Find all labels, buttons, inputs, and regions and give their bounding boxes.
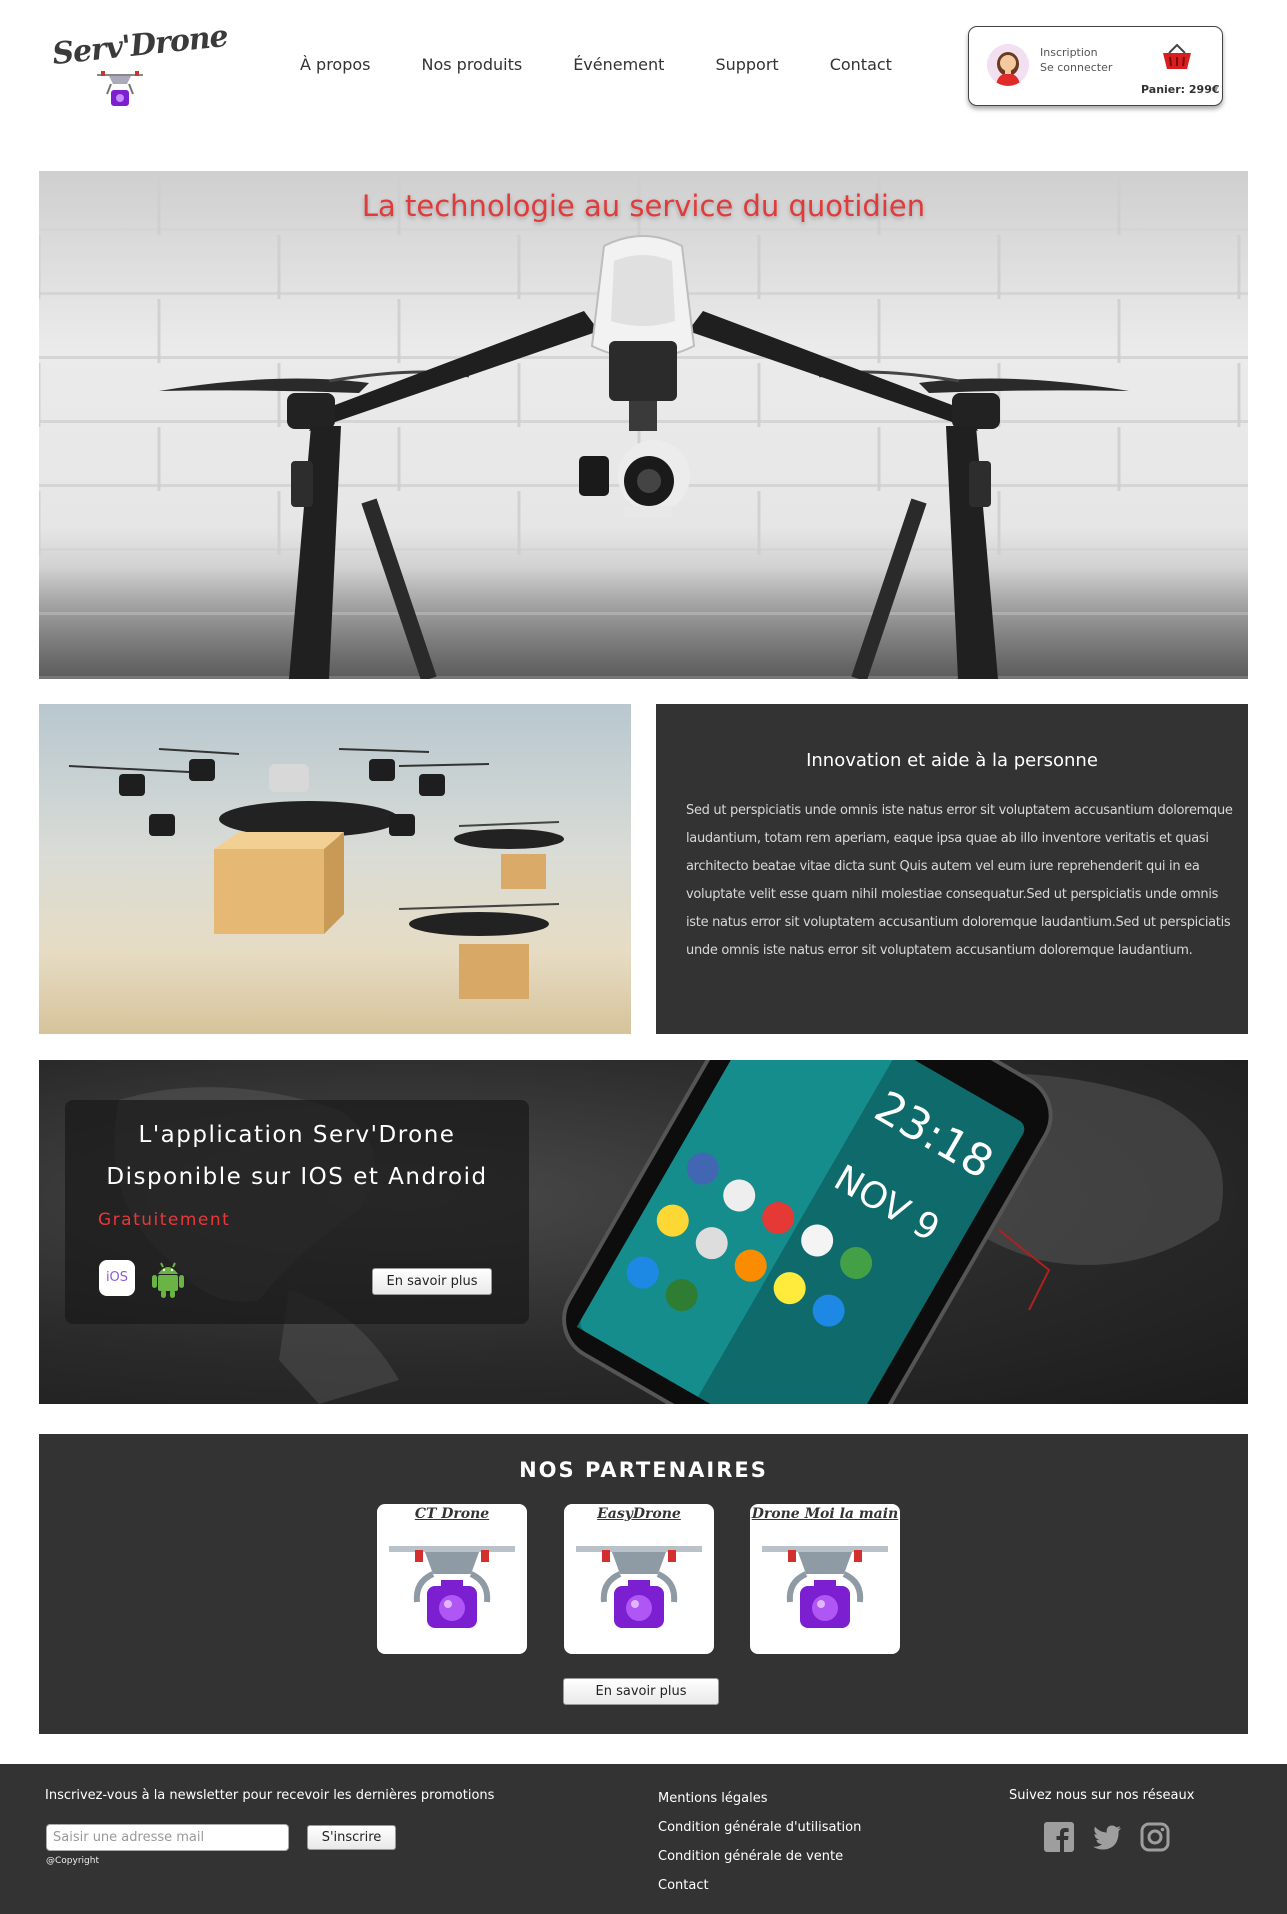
partner-card-easydrone[interactable]: EasyDrone [564,1504,714,1654]
app-free-label: Gratuitement [98,1210,231,1230]
app-title: L'application Serv'Drone [138,1122,456,1148]
app-promo-card: L'application Serv'Drone Disponible sur … [65,1100,529,1324]
nav-item-contact[interactable]: Contact [830,55,892,74]
nav-item-nos-produits[interactable]: Nos produits [421,55,522,74]
delivery-drones-image [39,704,631,1034]
delivery-drones-illustration [68,748,564,999]
social-icons [1043,1821,1187,1853]
main-nav: À propos Nos produits Événement Support … [300,55,943,74]
logo-drone-icon [97,71,143,106]
newsletter-subscribe-button[interactable]: S'inscrire [307,1825,396,1850]
logo-text: Serv'Drone [50,18,230,73]
logo[interactable]: Serv'Drone [50,19,229,118]
newsletter-text: Inscrivez-vous à la newsletter pour rece… [45,1788,495,1803]
innovation-text: Sed ut perspiciatis unde omnis iste natu… [686,803,1233,958]
footer-link-contact[interactable]: Contact [658,1871,861,1900]
app-subtitle: Disponible sur IOS et Android [106,1164,488,1190]
ios-icon[interactable]: iOS [99,1260,135,1296]
signup-link[interactable]: Inscription [1040,45,1112,60]
hero-drone-image [159,235,1129,679]
user-avatar-icon [996,52,1020,86]
footer-links: Mentions légales Condition générale d'ut… [658,1784,861,1900]
phone-image: 23:18 NOV 9 [562,1060,1053,1404]
innovation-panel: Innovation et aide à la personne Sed ut … [656,704,1248,1034]
twitter-icon[interactable] [1091,1821,1123,1853]
instagram-icon[interactable] [1139,1821,1171,1853]
partners-learn-more-button[interactable]: En savoir plus [563,1678,719,1705]
nav-item-evenement[interactable]: Événement [573,55,664,74]
innovation-title: Innovation et aide à la personne [806,750,1098,771]
social-title: Suivez nous sur nos réseaux [1009,1788,1195,1803]
partner-name: Drone Moi la main [751,1506,899,1522]
app-learn-more-button[interactable]: En savoir plus [372,1268,492,1295]
basket-icon[interactable] [1161,43,1193,71]
avatar[interactable] [987,44,1029,86]
cart-total: Panier: 299€ [1141,83,1220,96]
login-link[interactable]: Se connecter [1040,60,1112,75]
app-banner: 23:18 NOV 9 L'application Serv'Drone Dis… [39,1060,1248,1404]
partners-section: NOS PARTENAIRES CT Drone EasyDrone Drone… [39,1434,1248,1734]
partner-drone-icon [389,1546,515,1628]
facebook-icon[interactable] [1043,1821,1075,1853]
nav-item-support[interactable]: Support [715,55,778,74]
footer-link-mentions[interactable]: Mentions légales [658,1784,861,1813]
partner-card-ct-drone[interactable]: CT Drone [377,1504,527,1654]
site-header: Serv'Drone À propos Nos produits Événeme… [0,0,1287,140]
partner-card-drone-moi-la-main[interactable]: Drone Moi la main [750,1504,900,1654]
account-box: Inscription Se connecter Panier: 299€ [968,26,1223,106]
newsletter-email-input[interactable] [46,1824,289,1851]
nav-item-a-propos[interactable]: À propos [300,55,370,74]
account-links: Inscription Se connecter [1040,45,1112,75]
partner-drone-icon [762,1546,888,1628]
footer-link-cgu[interactable]: Condition générale d'utilisation [658,1813,861,1842]
footer-link-cgv[interactable]: Condition générale de vente [658,1842,861,1871]
partner-name: CT Drone [414,1506,490,1522]
hero-title: La technologie au service du quotidien [361,189,926,223]
partner-name: EasyDrone [597,1506,681,1522]
partners-title: NOS PARTENAIRES [519,1458,768,1482]
hero-banner: La technologie au service du quotidien [39,171,1248,679]
partner-drone-icon [576,1546,702,1628]
copyright: @Copyright [46,1856,99,1866]
android-icon[interactable] [151,1260,185,1298]
site-footer: Inscrivez-vous à la newsletter pour rece… [0,1764,1287,1914]
